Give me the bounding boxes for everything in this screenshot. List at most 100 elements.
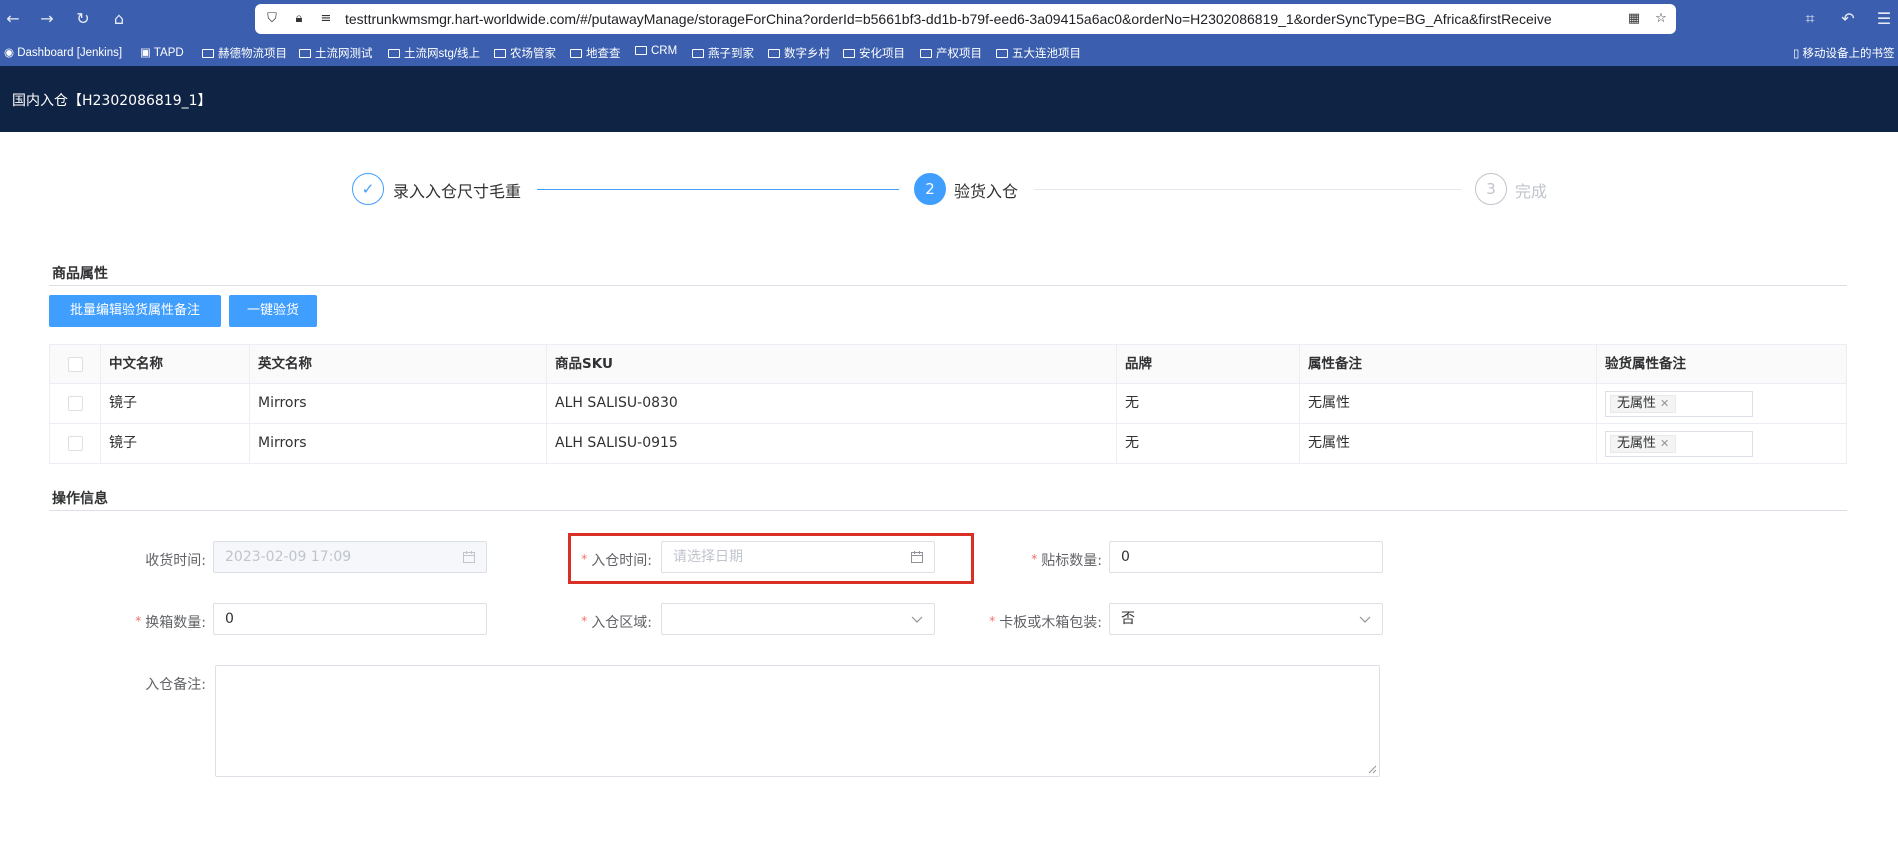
bookmark-folder[interactable]: 安化项目: [843, 45, 905, 61]
home-icon[interactable]: ⌂: [109, 9, 129, 29]
sku-cell: ALH SALISU-0830: [547, 384, 1117, 423]
crop-icon[interactable]: ⌗: [1800, 9, 1820, 29]
inspect-note-select[interactable]: 无属性 ✕: [1605, 391, 1753, 417]
label-text: 卡板或木箱包装:: [999, 615, 1102, 631]
bookmark-label: 安化项目: [859, 48, 905, 60]
undo-icon[interactable]: ↶: [1838, 9, 1858, 29]
table-row: 镜子 Mirrors ALH SALISU-0830 无 无属性 无属性 ✕: [50, 384, 1846, 424]
pallet-label: * 卡板或木箱包装:: [960, 612, 1102, 632]
input-value: 0: [225, 611, 234, 627]
column-header: 商品SKU: [547, 345, 1117, 383]
address-bar[interactable]: ⛉ 🔒︎ ≡ testtrunkwmsmgr.hart-worldwide.co…: [255, 4, 1676, 34]
step-3-label: 完成: [1515, 182, 1548, 201]
step-3-icon: 3: [1475, 173, 1507, 205]
receive-time-label: 收货时间:: [145, 553, 206, 569]
bookmark-label: CRM: [651, 45, 678, 57]
goods-table: 中文名称 英文名称 商品SKU 品牌 属性备注 验货属性备注 镜子 Mirror…: [49, 344, 1847, 464]
close-icon[interactable]: ✕: [1660, 397, 1669, 410]
column-header: 中文名称: [101, 345, 250, 383]
resize-handle-icon[interactable]: [1367, 764, 1377, 774]
ops-section-title: 操作信息: [52, 491, 108, 507]
en-name-cell: Mirrors: [250, 424, 547, 464]
input-value: 0: [1121, 549, 1130, 565]
remark-textarea[interactable]: [215, 665, 1380, 777]
page-title: 国内入仓【H2302086819_1】: [12, 93, 212, 109]
brand-cell: 无: [1117, 424, 1300, 464]
tag-label: 无属性: [1617, 436, 1657, 451]
bookmark-folder[interactable]: 五大连池项目: [996, 45, 1081, 61]
row-checkbox[interactable]: [68, 396, 83, 411]
column-header: 验货属性备注: [1605, 356, 1686, 372]
box-change-input[interactable]: 0: [213, 603, 487, 635]
one-click-inspect-button[interactable]: 一键验货: [229, 295, 317, 327]
bookmark-label: 移动设备上的书签: [1802, 48, 1895, 60]
bookmark-folder[interactable]: CRM: [635, 45, 677, 57]
attr-note-cell: 无属性: [1300, 384, 1597, 423]
folder-icon: [843, 49, 855, 58]
chevron-down-icon: [1359, 616, 1371, 623]
required-mark: *: [581, 614, 588, 628]
reload-icon[interactable]: ↻: [73, 9, 93, 29]
bookmark-folder[interactable]: 赫德物流项目: [202, 45, 287, 61]
folder-icon: [996, 49, 1008, 58]
row-select-cell: [50, 424, 101, 464]
inspect-note-cell: 无属性 ✕: [1597, 384, 1848, 423]
highlight-box: [568, 533, 974, 584]
divider: [49, 510, 1847, 511]
select-all-cell: [50, 345, 101, 383]
area-select[interactable]: [661, 603, 935, 635]
row-checkbox[interactable]: [68, 436, 83, 451]
mobile-bookmarks[interactable]: ▯ 移动设备上的书签: [1793, 45, 1895, 61]
batch-edit-button[interactable]: 批量编辑验货属性备注: [49, 295, 221, 327]
folder-icon: [494, 49, 506, 58]
label-count-input[interactable]: 0: [1109, 541, 1383, 573]
bookmark-tapd[interactable]: ▣ TAPD: [140, 45, 184, 59]
area-label: * 入仓区域:: [560, 612, 652, 632]
pallet-select[interactable]: 否: [1109, 603, 1383, 635]
label-text: 入仓区域:: [591, 615, 652, 631]
inspect-note-select[interactable]: 无属性 ✕: [1605, 431, 1753, 457]
folder-icon: [920, 49, 932, 58]
bookmark-folder[interactable]: 燕子到家: [692, 45, 754, 61]
forward-icon[interactable]: →: [37, 9, 57, 29]
bookmark-folder[interactable]: 农场管家: [494, 45, 556, 61]
star-icon[interactable]: ☆: [1652, 10, 1670, 28]
step-connector: [537, 189, 899, 190]
menu-icon[interactable]: ☰: [1874, 9, 1894, 29]
tag: 无属性 ✕: [1610, 435, 1677, 453]
label-text: 贴标数量:: [1041, 553, 1102, 569]
bookmark-folder[interactable]: 土流网测试: [299, 45, 373, 61]
column-header: 属性备注: [1300, 345, 1597, 383]
folder-icon: [202, 49, 214, 58]
url-text[interactable]: testtrunkwmsmgr.hart-worldwide.com/#/put…: [345, 11, 1625, 27]
en-name-cell: Mirrors: [250, 384, 547, 423]
bookmark-folder[interactable]: 土流网stg/线上: [388, 45, 480, 61]
back-icon[interactable]: ←: [3, 9, 23, 29]
close-icon[interactable]: ✕: [1660, 437, 1669, 450]
bookmarks-bar: ◉ Dashboard [Jenkins] ▣ TAPD 赫德物流项目 土流网测…: [0, 38, 1898, 66]
step-1-label: 录入入仓尺寸毛重: [393, 182, 522, 201]
folder-icon: [570, 49, 582, 58]
column-header: 英文名称: [250, 345, 547, 383]
bookmark-label: 地查查: [586, 48, 621, 60]
bookmark-label: 农场管家: [510, 48, 556, 60]
bookmark-label: 五大连池项目: [1012, 48, 1081, 60]
folder-icon: [388, 49, 400, 58]
shield-icon: ⛉: [267, 11, 277, 26]
folder-icon: [635, 46, 647, 55]
bookmark-label: 土流网测试: [315, 48, 373, 60]
select-all-checkbox[interactable]: [68, 357, 83, 372]
table-row: 镜子 Mirrors ALH SALISU-0915 无 无属性 无属性 ✕: [50, 424, 1846, 464]
bookmark-folder[interactable]: 地查查: [570, 45, 621, 61]
qr-code-icon[interactable]: ▦: [1625, 10, 1643, 28]
row-select-cell: [50, 384, 101, 423]
lock-icon: 🔒︎: [295, 11, 303, 26]
bookmark-folder[interactable]: 产权项目: [920, 45, 982, 61]
required-mark: *: [1031, 552, 1038, 566]
box-change-label: * 换箱数量:: [100, 612, 206, 632]
required-mark: *: [989, 614, 996, 628]
attr-note-cell: 无属性: [1300, 424, 1597, 464]
step-2-icon: 2: [914, 173, 946, 205]
bookmark-jenkins[interactable]: ◉ Dashboard [Jenkins]: [4, 45, 122, 59]
bookmark-folder[interactable]: 数字乡村: [768, 45, 830, 61]
